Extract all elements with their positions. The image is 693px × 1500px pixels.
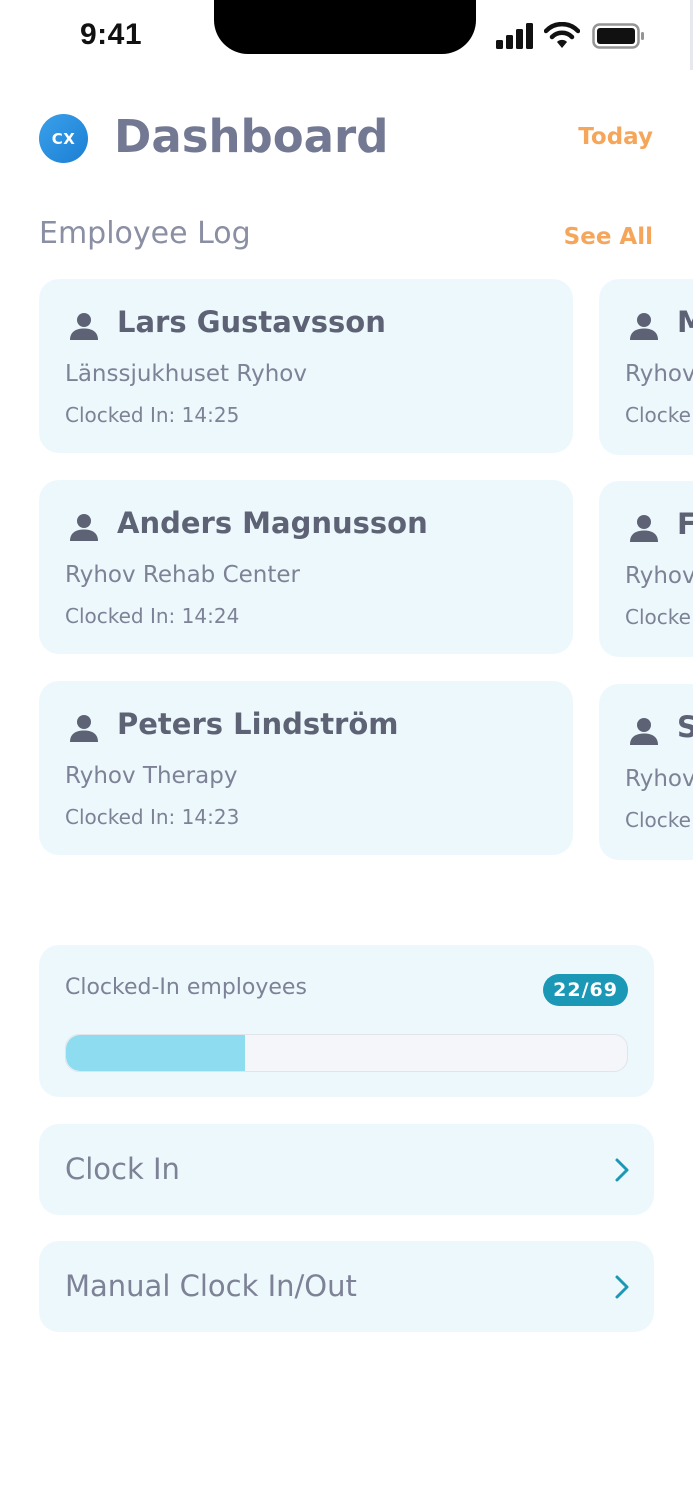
status-bar: 9:41 — [0, 0, 693, 70]
employee-card[interactable]: Lars Gustavsson Länssjukhuset Ryhov Cloc… — [39, 279, 573, 453]
employee-clock-time: Clocked In: 14:25 — [65, 403, 240, 427]
employee-log-title: Employee Log — [39, 216, 251, 251]
employee-name: M — [677, 305, 693, 339]
employee-location: Ryhov Rehab Center — [65, 562, 300, 588]
clock-in-label: Clock In — [65, 1152, 180, 1186]
employee-name: Peters Lindström — [117, 707, 399, 741]
clocked-in-count-badge: 22/69 — [543, 974, 628, 1006]
employee-card[interactable]: Anders Magnusson Ryhov Rehab Center Cloc… — [39, 480, 573, 654]
person-icon — [630, 515, 658, 542]
employee-clock-time: Clocke — [625, 605, 691, 629]
cellular-signal-icon — [496, 23, 533, 49]
employee-name: F — [677, 507, 693, 541]
battery-icon — [592, 23, 644, 49]
employee-clock-time: Clocked In: 14:23 — [65, 805, 240, 829]
wifi-icon — [544, 22, 580, 48]
manual-clock-button[interactable]: Manual Clock In/Out — [39, 1241, 654, 1332]
today-button[interactable]: Today — [578, 124, 653, 150]
employee-card-partial[interactable]: F Ryhov Clocke — [599, 481, 693, 657]
manual-clock-label: Manual Clock In/Out — [65, 1269, 357, 1303]
device-notch — [214, 0, 476, 54]
employee-clock-time: Clocke — [625, 403, 691, 427]
avatar[interactable]: CX — [39, 114, 88, 163]
employee-name: Lars Gustavsson — [117, 305, 386, 339]
clocked-in-label: Clocked-In employees — [65, 975, 307, 1000]
header: CX Dashboard Today — [39, 110, 653, 172]
employee-name: Anders Magnusson — [117, 506, 428, 540]
employee-location: Ryhov — [625, 766, 693, 792]
chevron-right-icon — [615, 1275, 629, 1299]
clocked-in-progress-bar — [65, 1034, 628, 1072]
employee-location: Länssjukhuset Ryhov — [65, 361, 307, 387]
clock-in-button[interactable]: Clock In — [39, 1124, 654, 1215]
employee-name: S — [677, 710, 693, 744]
employee-card-partial[interactable]: M Ryhov Clocke — [599, 279, 693, 455]
employee-card[interactable]: Peters Lindström Ryhov Therapy Clocked I… — [39, 681, 573, 855]
status-time: 9:41 — [80, 18, 143, 51]
employee-clock-time: Clocked In: 14:24 — [65, 604, 240, 628]
clocked-in-card: Clocked-In employees 22/69 — [39, 945, 654, 1097]
employee-location: Ryhov — [625, 563, 693, 589]
employee-location: Ryhov — [625, 361, 693, 387]
page-title: Dashboard — [114, 110, 389, 163]
person-icon — [630, 313, 658, 340]
see-all-link[interactable]: See All — [564, 224, 653, 250]
employee-clock-time: Clocke — [625, 808, 691, 832]
person-icon — [70, 514, 98, 541]
person-icon — [630, 718, 658, 745]
clocked-in-progress-fill — [66, 1035, 245, 1071]
person-icon — [70, 313, 98, 340]
chevron-right-icon — [615, 1158, 629, 1182]
employee-card-partial[interactable]: S Ryhov Clocke — [599, 684, 693, 860]
employee-location: Ryhov Therapy — [65, 763, 238, 789]
person-icon — [70, 715, 98, 742]
